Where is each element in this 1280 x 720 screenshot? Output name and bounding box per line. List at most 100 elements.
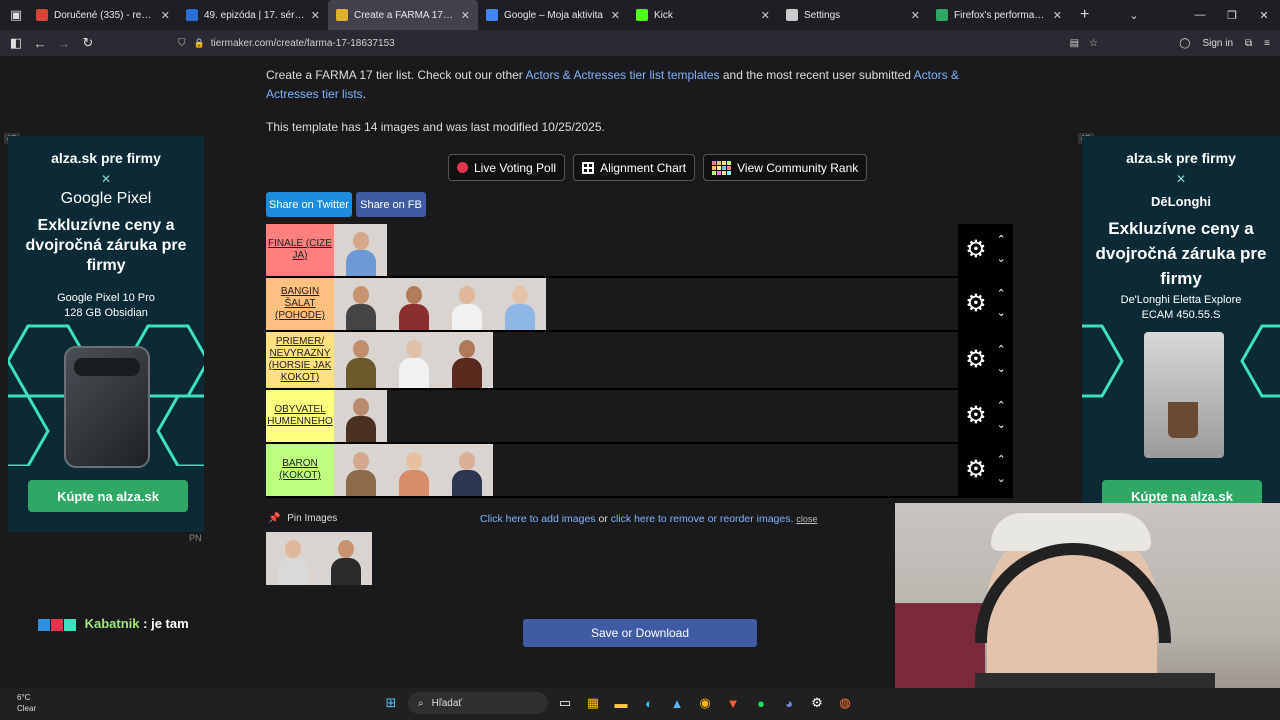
tier-image[interactable] [334, 390, 387, 442]
ad-left[interactable]: alza.sk pre firmy ✕ Google Pixel Exkluzí… [8, 136, 204, 532]
browser-tab[interactable]: Create a FARMA 17 Tier List - Ti ✕ [328, 0, 478, 30]
gear-icon[interactable]: ⚙ [965, 348, 987, 372]
pin-images-row[interactable]: 📌 Pin Images [268, 513, 337, 524]
sidebar-icon[interactable]: ◧ [4, 35, 28, 51]
settings-icon[interactable]: ⚙ [806, 692, 828, 714]
tier-items[interactable] [334, 390, 958, 442]
tier-image[interactable] [387, 332, 440, 388]
shield-icon[interactable]: ⛉ [178, 38, 186, 49]
move-up-icon[interactable]: ⌃ [997, 451, 1006, 470]
tier-items[interactable] [334, 278, 958, 330]
task-view-icon[interactable]: ▭ [554, 692, 576, 714]
move-down-icon[interactable]: ⌄ [997, 360, 1006, 379]
remove-images-link[interactable]: click here to remove or reorder images. [611, 513, 794, 525]
browser-tab[interactable]: Kick ✕ [628, 0, 778, 30]
move-up-icon[interactable]: ⌃ [997, 231, 1006, 250]
edge-icon[interactable]: ◐ [638, 692, 660, 714]
minimize-button[interactable]: — [1184, 9, 1216, 21]
tier-image[interactable] [387, 444, 440, 496]
url-bar[interactable]: ⛉ 🔒 tiermaker.com/create/farma-17-186371… [178, 33, 1098, 53]
tier-image[interactable] [440, 278, 493, 330]
taskbar-search[interactable]: ⌕ Hľadať [408, 692, 548, 714]
tier-label[interactable]: PRIEMER/ NEVYRAZNY (HORSIE JAK KOKOT) [266, 332, 334, 388]
tier-items[interactable] [334, 332, 958, 388]
ad-right[interactable]: alza.sk pre firmy ✕ DēLonghi Exkluzívne … [1082, 136, 1280, 506]
share-twitter-button[interactable]: Share on Twitter [266, 192, 352, 217]
bookmark-star-icon[interactable]: ☆ [1089, 38, 1098, 49]
url-text[interactable]: tiermaker.com/create/farma-17-18637153 [211, 38, 395, 49]
tier-label[interactable]: FINALE (CIZE JA) [266, 224, 334, 276]
back-button[interactable]: ← [28, 36, 52, 51]
share-fb-button[interactable]: Share on FB [356, 192, 426, 217]
alignment-chart-button[interactable]: Alignment Chart [573, 154, 696, 181]
move-up-icon[interactable]: ⌃ [997, 397, 1006, 416]
move-down-icon[interactable]: ⌄ [997, 416, 1006, 435]
forward-button[interactable]: → [52, 36, 76, 51]
spotify-icon[interactable]: ● [750, 692, 772, 714]
extensions-icon[interactable]: ⧉ [1245, 38, 1252, 49]
move-down-icon[interactable]: ⌄ [997, 304, 1006, 323]
sign-in-button[interactable]: Sign in [1202, 38, 1233, 49]
move-down-icon[interactable]: ⌄ [997, 470, 1006, 489]
tab-close-icon[interactable]: ✕ [911, 9, 920, 22]
move-up-icon[interactable]: ⌃ [997, 285, 1006, 304]
tier-image[interactable] [334, 224, 387, 276]
actors-templates-link[interactable]: Actors & Actresses tier list templates [525, 68, 719, 82]
gear-icon[interactable]: ⚙ [965, 292, 987, 316]
tab-close-icon[interactable]: ✕ [1053, 9, 1062, 22]
move-down-icon[interactable]: ⌄ [997, 250, 1006, 269]
gear-icon[interactable]: ⚙ [965, 458, 987, 482]
gear-icon[interactable]: ⚙ [965, 238, 987, 262]
pinned-image[interactable] [266, 532, 319, 585]
tier-label[interactable]: BANGIN ŠALAT (POHODE) [266, 278, 334, 330]
tab-overview-icon[interactable]: ▣ [4, 7, 28, 23]
tab-close-icon[interactable]: ✕ [461, 9, 470, 22]
maximize-button[interactable]: ❐ [1216, 9, 1248, 22]
tier-image[interactable] [334, 444, 387, 496]
pinned-image[interactable] [319, 532, 372, 585]
tab-close-icon[interactable]: ✕ [761, 9, 770, 22]
tab-close-icon[interactable]: ✕ [161, 9, 170, 22]
chrome-icon[interactable]: ◉ [694, 692, 716, 714]
discord-icon[interactable]: ◕ [778, 692, 800, 714]
tier-image[interactable] [493, 278, 546, 330]
browser-tab[interactable]: 49. epizóda | 17. séria | Farma | ✕ [178, 0, 328, 30]
tier-image[interactable] [440, 444, 493, 496]
save-download-button[interactable]: Save or Download [523, 619, 757, 647]
tab-list-chevron-icon[interactable]: ⌄ [1129, 9, 1138, 22]
photos-icon[interactable]: ▲ [666, 692, 688, 714]
tier-image[interactable] [334, 278, 387, 330]
browser-tab[interactable]: Firefox's performance settings | ✕ [928, 0, 1070, 30]
brave-icon[interactable]: ▼ [722, 692, 744, 714]
tab-close-icon[interactable]: ✕ [611, 9, 620, 22]
tier-image[interactable] [387, 278, 440, 330]
browser-tab[interactable]: Doručené (335) - recktreckt@gr ✕ [28, 0, 178, 30]
ad-cta-button[interactable]: Kúpte na alza.sk [28, 480, 188, 512]
tier-image[interactable] [334, 332, 387, 388]
tab-close-icon[interactable]: ✕ [311, 9, 320, 22]
add-images-link[interactable]: Click here to add images [480, 513, 596, 525]
reader-view-icon[interactable]: ▤ [1070, 38, 1079, 49]
browser-tab[interactable]: Google – Moja aktivita ✕ [478, 0, 628, 30]
tier-items[interactable] [334, 224, 958, 276]
account-icon[interactable]: ◯ [1179, 38, 1190, 49]
browser-tab[interactable]: Settings ✕ [778, 0, 928, 30]
firefox-icon[interactable]: ◍ [834, 692, 856, 714]
tier-label[interactable]: BARON (KOKOT) [266, 444, 334, 496]
community-rank-button[interactable]: View Community Rank [703, 154, 868, 181]
windows-start-icon[interactable]: ⊞ [380, 692, 402, 714]
tier-label[interactable]: OBYVATEL HUMENNEHO [266, 390, 334, 442]
move-up-icon[interactable]: ⌃ [997, 341, 1006, 360]
live-voting-button[interactable]: Live Voting Poll [448, 154, 566, 181]
new-tab-button[interactable]: + [1080, 6, 1089, 24]
reload-button[interactable]: ↻ [76, 35, 100, 51]
close-link[interactable]: close [796, 514, 817, 524]
close-window-button[interactable]: ✕ [1248, 9, 1280, 22]
tier-image[interactable] [440, 332, 493, 388]
tier-items[interactable] [334, 444, 958, 496]
menu-icon[interactable]: ≡ [1264, 38, 1270, 49]
store-icon[interactable]: ▦ [582, 692, 604, 714]
lock-icon[interactable]: 🔒 [194, 38, 205, 49]
weather-widget[interactable]: 6°C Clear [17, 692, 36, 714]
gear-icon[interactable]: ⚙ [965, 404, 987, 428]
